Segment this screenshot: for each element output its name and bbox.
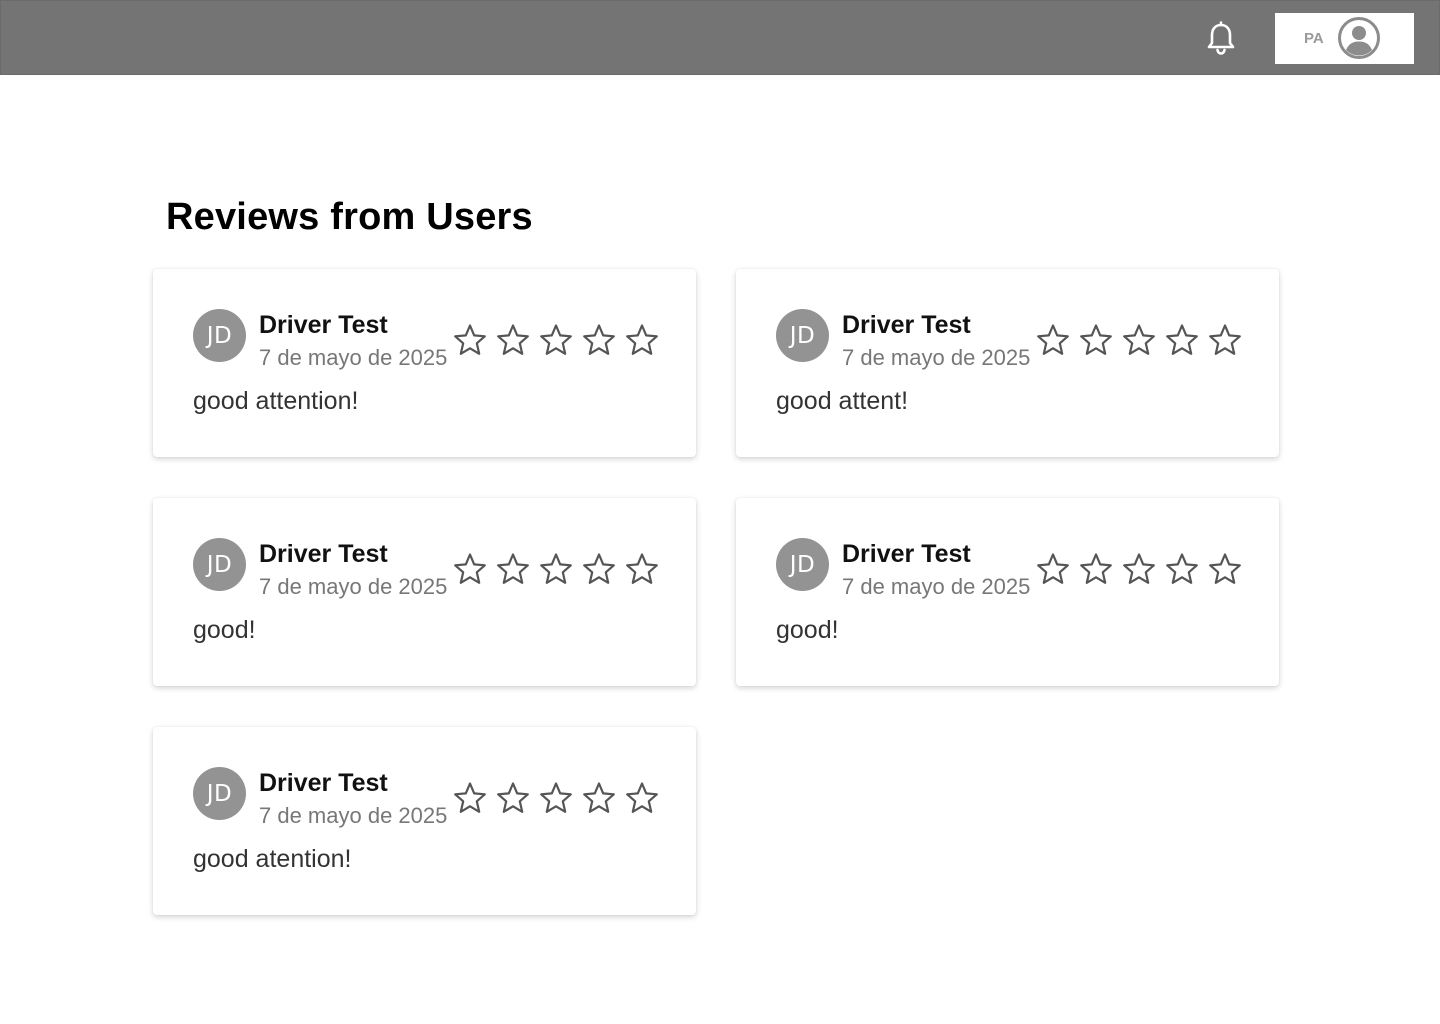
star-icon[interactable] bbox=[539, 323, 573, 357]
star-icon[interactable] bbox=[1208, 323, 1242, 357]
star-rating bbox=[453, 781, 659, 815]
star-icon[interactable] bbox=[539, 552, 573, 586]
review-card: JD Driver Test 7 de mayo de 2025 good atent… bbox=[153, 727, 696, 915]
review-card: JD Driver Test 7 de mayo de 2025 good atten… bbox=[736, 269, 1279, 457]
star-icon[interactable] bbox=[453, 781, 487, 815]
star-icon[interactable] bbox=[582, 781, 616, 815]
star-icon[interactable] bbox=[625, 552, 659, 586]
reviewer-name: Driver Test bbox=[259, 540, 388, 568]
bell-icon[interactable] bbox=[1204, 21, 1238, 57]
star-icon[interactable] bbox=[1165, 323, 1199, 357]
star-rating bbox=[1036, 552, 1242, 586]
review-comment: good! bbox=[776, 616, 839, 644]
review-date: 7 de mayo de 2025 bbox=[842, 574, 1031, 599]
star-icon[interactable] bbox=[496, 781, 530, 815]
review-date: 7 de mayo de 2025 bbox=[259, 574, 448, 599]
star-icon[interactable] bbox=[1079, 323, 1113, 357]
star-icon[interactable] bbox=[625, 781, 659, 815]
star-icon[interactable] bbox=[1122, 552, 1156, 586]
top-app-bar: PA bbox=[0, 0, 1440, 75]
review-card: JD Driver Test 7 de mayo de 2025 good atten… bbox=[153, 269, 696, 457]
page-title: Reviews from Users bbox=[166, 196, 533, 238]
reviewer-name: Driver Test bbox=[842, 311, 971, 339]
review-comment: good atention! bbox=[193, 845, 352, 873]
avatar: JD bbox=[193, 538, 246, 591]
star-icon[interactable] bbox=[496, 323, 530, 357]
avatar: JD bbox=[776, 309, 829, 362]
reviewer-name: Driver Test bbox=[259, 769, 388, 797]
review-date: 7 de mayo de 2025 bbox=[259, 803, 448, 828]
avatar: JD bbox=[776, 538, 829, 591]
reviewer-name: Driver Test bbox=[842, 540, 971, 568]
review-comment: good attention! bbox=[193, 387, 359, 415]
star-icon[interactable] bbox=[1165, 552, 1199, 586]
star-icon[interactable] bbox=[625, 323, 659, 357]
star-icon[interactable] bbox=[539, 781, 573, 815]
star-rating bbox=[453, 323, 659, 357]
user-initials: PA bbox=[1304, 30, 1324, 47]
star-icon[interactable] bbox=[1208, 552, 1242, 586]
user-menu-button[interactable]: PA bbox=[1275, 13, 1414, 64]
star-icon[interactable] bbox=[582, 323, 616, 357]
star-icon[interactable] bbox=[453, 552, 487, 586]
star-icon[interactable] bbox=[496, 552, 530, 586]
avatar: JD bbox=[193, 767, 246, 820]
star-icon[interactable] bbox=[582, 552, 616, 586]
review-card: JD Driver Test 7 de mayo de 2025 good! bbox=[736, 498, 1279, 686]
review-comment: good! bbox=[193, 616, 256, 644]
star-icon[interactable] bbox=[453, 323, 487, 357]
star-icon[interactable] bbox=[1079, 552, 1113, 586]
star-rating bbox=[1036, 323, 1242, 357]
review-date: 7 de mayo de 2025 bbox=[259, 345, 448, 370]
review-comment: good attent! bbox=[776, 387, 909, 415]
star-icon[interactable] bbox=[1036, 552, 1070, 586]
review-date: 7 de mayo de 2025 bbox=[842, 345, 1031, 370]
reviewer-name: Driver Test bbox=[259, 311, 388, 339]
star-rating bbox=[453, 552, 659, 586]
star-icon[interactable] bbox=[1122, 323, 1156, 357]
review-card: JD Driver Test 7 de mayo de 2025 good! bbox=[153, 498, 696, 686]
avatar: JD bbox=[193, 309, 246, 362]
star-icon[interactable] bbox=[1036, 323, 1070, 357]
user-circle-icon bbox=[1338, 17, 1380, 59]
